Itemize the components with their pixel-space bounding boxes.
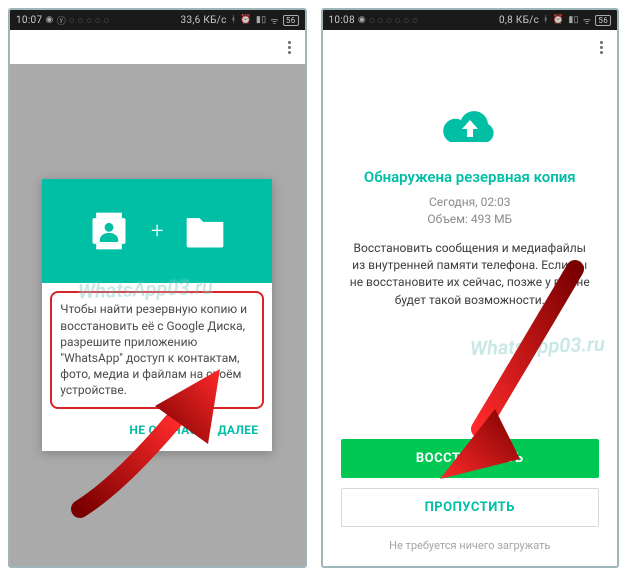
backup-found-title: Обнаружена резервная копия (364, 168, 576, 186)
screen-body: + WhatsApp03.ru Чтобы найти резервную ко… (10, 64, 305, 566)
backup-metadata: Сегодня, 02:03 Объем: 493 МБ (427, 194, 512, 228)
status-bar: 10:08 ◉ ◌ ◌ ◌ ◌ ◌ ◌ 0,8 КБ/с ᚼ ⏰ ▮▯ ᯤ 56 (323, 10, 618, 30)
app-bar (10, 30, 305, 64)
status-bar: 10:07 ◉ ⓨ ◌ ◌ ◌ ◌ ◌ 33,6 КБ/с ᚼ ⏰ ▮▯ ᯤ 5… (10, 10, 305, 30)
backup-date: Сегодня, 02:03 (427, 194, 512, 211)
bluetooth-icon: ᚼ (231, 15, 237, 25)
permission-dialog: + WhatsApp03.ru Чтобы найти резервную ко… (42, 179, 272, 450)
phone-screen-2: 10:08 ◉ ◌ ◌ ◌ ◌ ◌ ◌ 0,8 КБ/с ᚼ ⏰ ▮▯ ᯤ 56… (321, 8, 620, 568)
notif-dot-icon: ◌ (78, 15, 84, 26)
phone-screen-1: 10:07 ◉ ⓨ ◌ ◌ ◌ ◌ ◌ 33,6 КБ/с ᚼ ⏰ ▮▯ ᯤ 5… (8, 8, 307, 568)
footer-note: Не требуется ничего загружать (389, 539, 550, 552)
notif-dot-icon: ◌ (395, 15, 401, 26)
signal-icon: ▮▯ (568, 15, 579, 25)
restore-button[interactable]: ВОССТАНОВИТЬ (341, 439, 600, 478)
alarm-icon: ⏰ (553, 15, 565, 25)
notif-circle-icon: ◉ (45, 15, 53, 25)
highlighted-text-box: Чтобы найти резервную копию и восстанови… (50, 291, 264, 408)
wifi-icon: ᯤ (270, 14, 279, 27)
notif-dot-icon: ◌ (104, 15, 110, 26)
notif-dot-icon: ◌ (386, 15, 392, 26)
notif-dot-icon: ◌ (69, 15, 75, 26)
notif-dot-icon: ◌ (369, 15, 375, 26)
backup-size: Объем: 493 МБ (427, 211, 512, 228)
contact-card-icon (87, 209, 131, 253)
status-time: 10:08 (329, 15, 355, 26)
screen-body: Обнаружена резервная копия Сегодня, 02:0… (323, 64, 618, 566)
app-bar (323, 30, 618, 64)
notif-y-icon: ⓨ (57, 14, 66, 27)
folder-icon (183, 211, 227, 251)
signal-icon: ▮▯ (256, 15, 267, 25)
cloud-upload-icon (438, 104, 502, 154)
next-button[interactable]: ДАЛЕЕ (218, 423, 259, 437)
network-speed: 33,6 КБ/с (181, 15, 227, 26)
plus-icon: + (151, 219, 163, 244)
notif-dot-icon: ◌ (404, 15, 410, 26)
alarm-icon: ⏰ (240, 15, 252, 25)
overflow-menu-icon[interactable] (284, 37, 295, 58)
battery-level: 56 (595, 15, 611, 26)
bluetooth-icon: ᚼ (543, 15, 549, 25)
status-time: 10:07 (16, 15, 42, 26)
dialog-actions: НЕ СЕЙЧАС ДАЛЕЕ (42, 413, 272, 451)
battery-level: 56 (283, 15, 299, 26)
watermark-text: WhatsApp03.ru (470, 332, 606, 361)
notif-dot-icon: ◌ (95, 15, 101, 26)
wifi-icon: ᯤ (583, 14, 592, 27)
network-speed: 0,8 КБ/с (499, 15, 539, 26)
notif-circle-icon: ◉ (358, 15, 366, 25)
skip-button[interactable]: ПРОПУСТИТЬ (341, 488, 600, 527)
overflow-menu-icon[interactable] (596, 37, 607, 58)
notif-dot-icon: ◌ (378, 15, 384, 26)
not-now-button[interactable]: НЕ СЕЙЧАС (129, 423, 197, 437)
notif-dot-icon: ◌ (412, 15, 418, 26)
permission-message: Чтобы найти резервную копию и восстанови… (60, 301, 254, 398)
backup-description: Восстановить сообщения и медиафайлы из в… (341, 240, 600, 310)
notif-dot-icon: ◌ (86, 15, 92, 26)
dialog-header: + (42, 179, 272, 283)
